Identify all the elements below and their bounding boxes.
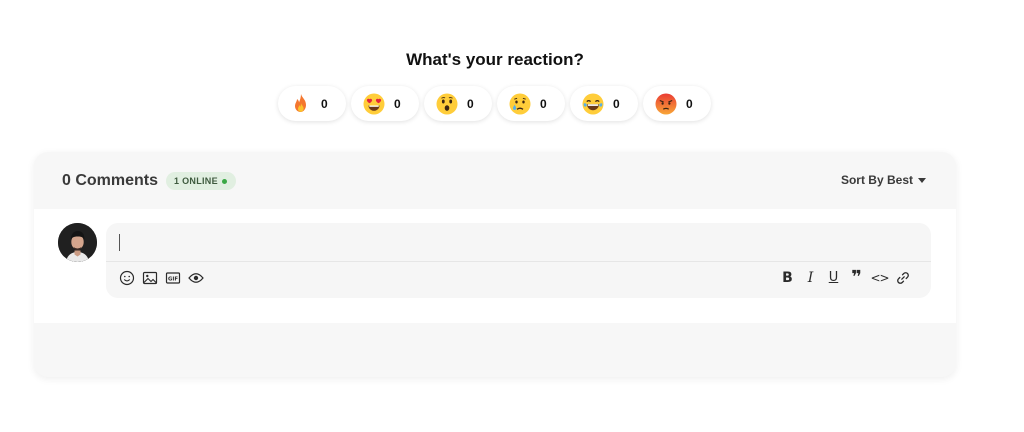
- comments-count: 0 Comments: [62, 172, 159, 189]
- text-cursor: [119, 233, 120, 251]
- reaction-count: 0: [613, 96, 620, 111]
- image-icon[interactable]: [141, 269, 158, 286]
- online-status-dot-icon: [221, 178, 227, 184]
- sort-label: Sort By Best: [840, 173, 913, 187]
- bold-icon[interactable]: B: [779, 269, 796, 286]
- reaction-count: 0: [321, 96, 328, 111]
- comment-composer: GIF B I U ❞ <>: [34, 209, 956, 323]
- reaction-sad-button[interactable]: 0: [497, 86, 565, 121]
- reaction-count: 0: [686, 96, 693, 111]
- editor-toolbar-left: GIF: [118, 269, 204, 286]
- reaction-laugh-button[interactable]: 0: [570, 86, 638, 121]
- comments-header: 0 Comments 1 ONLINE Sort By Best: [34, 152, 956, 209]
- reaction-fire-button[interactable]: 0: [278, 86, 346, 121]
- angry-emoji-icon: [655, 93, 677, 114]
- avatar: [58, 223, 97, 262]
- quote-icon[interactable]: ❞: [848, 268, 865, 286]
- reaction-count: 0: [467, 96, 474, 111]
- italic-icon[interactable]: I: [802, 269, 819, 286]
- crying-emoji-icon: [509, 93, 531, 114]
- online-badge-label: 1 ONLINE: [174, 176, 218, 186]
- svg-text:GIF: GIF: [167, 276, 177, 282]
- editor-toolbar-right: B I U ❞ <>: [779, 268, 911, 286]
- preview-eye-icon[interactable]: [187, 269, 204, 286]
- reaction-count: 0: [540, 96, 547, 111]
- astonished-emoji-icon: [436, 93, 458, 114]
- gif-icon[interactable]: GIF: [164, 269, 181, 286]
- comment-editor: GIF B I U ❞ <>: [106, 223, 931, 298]
- reaction-wow-button[interactable]: 0: [424, 86, 492, 121]
- heart-eyes-emoji-icon: [363, 93, 385, 114]
- reaction-count: 0: [394, 96, 401, 111]
- reaction-title: What's your reaction?: [406, 50, 584, 69]
- sort-dropdown[interactable]: Sort By Best: [841, 173, 926, 187]
- code-icon[interactable]: <>: [870, 269, 889, 286]
- online-badge: 1 ONLINE: [166, 172, 236, 190]
- link-icon[interactable]: [894, 269, 911, 286]
- emoji-icon[interactable]: [118, 269, 135, 286]
- comments-panel: 0 Comments 1 ONLINE Sort By Best GIF B I…: [34, 152, 956, 377]
- laughing-tears-emoji-icon: [582, 93, 604, 114]
- underline-icon[interactable]: U: [825, 269, 842, 286]
- fire-emoji-icon: [295, 93, 306, 112]
- reactions-bar: 0 0 0 0 0 0: [278, 86, 711, 121]
- user-photo: [58, 223, 97, 262]
- reaction-love-button[interactable]: 0: [351, 86, 419, 121]
- caret-down-icon: [918, 178, 926, 183]
- comment-input[interactable]: [106, 223, 931, 262]
- reaction-angry-button[interactable]: 0: [643, 86, 711, 121]
